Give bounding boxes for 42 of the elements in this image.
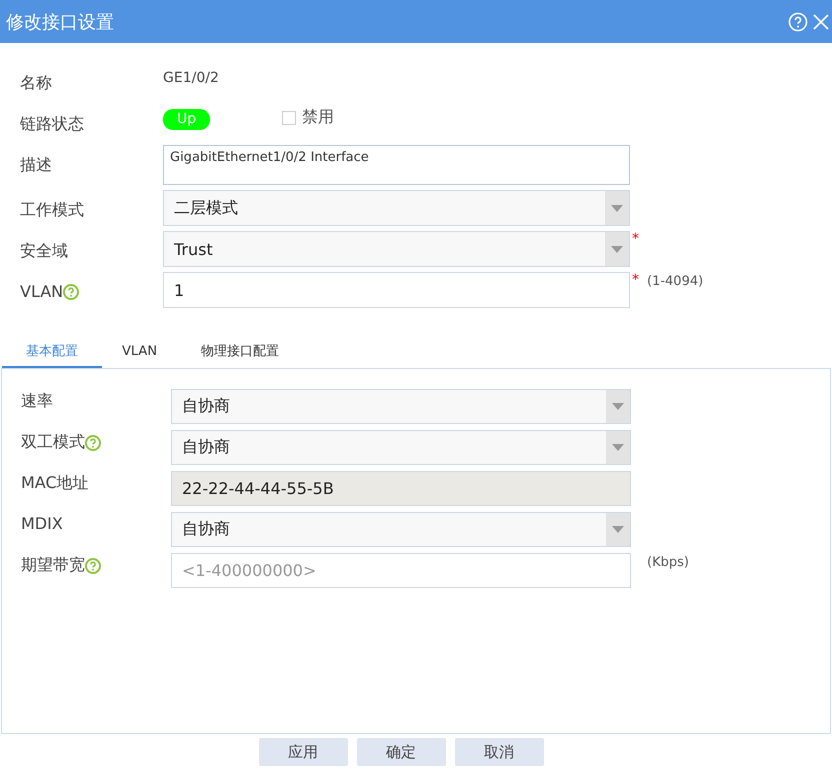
field-label: VLAN (20, 282, 64, 301)
caret-icon (612, 526, 624, 533)
field-label: 速率 (21, 391, 53, 412)
caret-icon (612, 444, 624, 451)
tab[interactable]: 基本配置 (2, 336, 102, 368)
field-label: 安全域 (20, 241, 68, 262)
field-value: GE1/0/2 (163, 69, 219, 86)
help-icon[interactable] (85, 558, 101, 574)
dropdown[interactable]: 自协商 (171, 430, 631, 465)
mac-address-field: 22-22-44-44-55-5B (171, 471, 631, 506)
field-label: MAC地址 (21, 473, 89, 494)
dialog-button[interactable]: 确定 (356, 738, 446, 766)
dropdown[interactable]: 自协商 (171, 512, 631, 547)
field-label: 链路状态 (20, 114, 84, 135)
required-mark: * (632, 272, 639, 288)
dropdown[interactable]: 自协商 (171, 389, 631, 424)
range-hint: (1-4094) (647, 274, 704, 289)
unit-label: (Kbps) (647, 555, 689, 570)
field-label: 期望带宽 (21, 555, 85, 576)
dialog-button[interactable]: 取消 (454, 738, 544, 766)
status-badge: Up (163, 109, 210, 130)
required-mark: * (632, 231, 639, 247)
field-label: 名称 (20, 73, 52, 94)
close-icon[interactable] (812, 12, 830, 30)
help-icon[interactable] (85, 434, 101, 450)
description-field[interactable]: GigabitEthernet1/0/2 Interface (163, 145, 630, 185)
caret-icon (611, 246, 623, 252)
checkbox[interactable] (282, 110, 296, 124)
input-field[interactable]: 1 (163, 272, 630, 308)
field-label: 工作模式 (20, 200, 84, 221)
checkbox-label: 禁用 (302, 107, 334, 128)
field-label: 描述 (20, 155, 52, 176)
dropdown[interactable]: Trust (163, 231, 630, 267)
caret-icon (612, 403, 624, 410)
input-field[interactable]: <1-400000000> (171, 553, 631, 588)
field-label: 双工模式 (21, 432, 85, 453)
dropdown[interactable]: 二层模式 (163, 190, 630, 226)
window-title: 修改接口设置 (6, 10, 114, 34)
help-icon[interactable] (63, 284, 80, 300)
dialog-button[interactable]: 应用 (258, 738, 348, 766)
caret-icon (611, 204, 623, 212)
field-label: MDIX (21, 514, 63, 533)
